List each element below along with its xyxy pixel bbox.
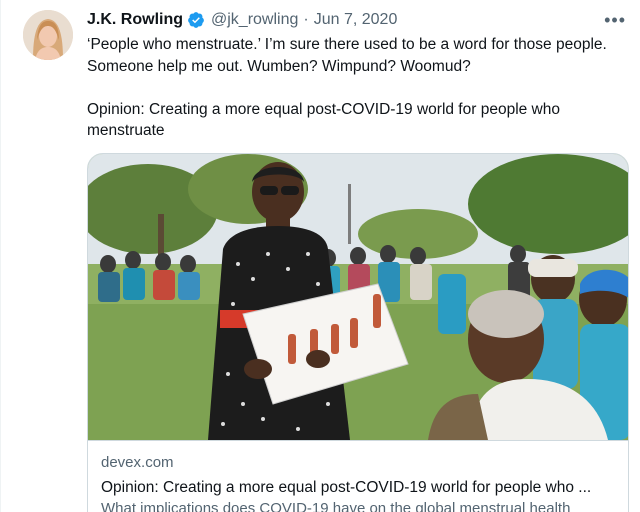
separator-dot: · — [303, 11, 309, 28]
more-options-icon[interactable]: ••• — [604, 10, 626, 31]
tweet[interactable]: J.K. Rowling @jk_rowling · Jun 7, 2020 •… — [0, 0, 640, 512]
tweet-text: ‘People who menstruate.’ I’m sure there … — [87, 34, 627, 142]
card-domain: devex.com — [101, 454, 174, 471]
card-description: What implications does COVID-19 have on … — [101, 500, 571, 512]
author-avatar[interactable] — [23, 10, 73, 60]
tweet-text-line: Opinion: Creating a more equal post-COVI… — [87, 100, 560, 140]
card-image[interactable] — [88, 154, 628, 440]
card-title[interactable]: Opinion: Creating a more equal post-COVI… — [101, 477, 617, 499]
tweet-header: J.K. Rowling @jk_rowling · Jun 7, 2020 — [87, 9, 397, 31]
tweet-text-line: ‘People who menstruate.’ I’m sure there … — [87, 36, 607, 75]
card-meta[interactable]: devex.com Opinion: Creating a more equal… — [88, 440, 628, 512]
link-card[interactable]: devex.com Opinion: Creating a more equal… — [87, 153, 629, 512]
verified-badge-icon — [187, 11, 205, 29]
author-name[interactable]: J.K. Rowling — [87, 11, 183, 29]
author-handle[interactable]: @jk_rowling — [211, 11, 298, 29]
tweet-date[interactable]: Jun 7, 2020 — [314, 11, 398, 29]
